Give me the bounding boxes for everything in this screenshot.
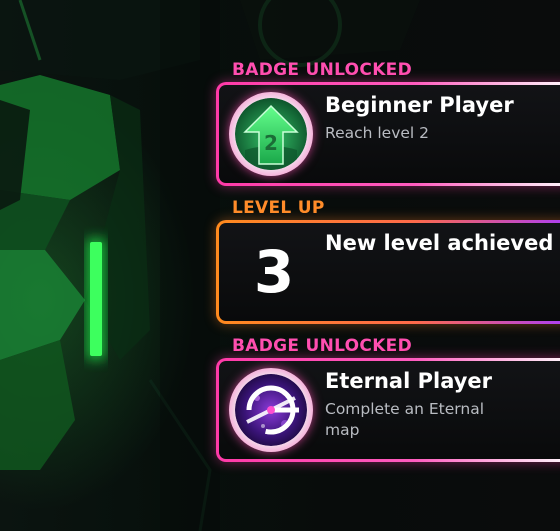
notification-card: 3 New level achieved bbox=[216, 220, 560, 324]
eternal-badge-icon bbox=[229, 368, 313, 452]
level-up-title: New level achieved bbox=[325, 231, 554, 255]
badge-number: 2 bbox=[264, 131, 278, 155]
notification-heading: LEVEL UP bbox=[232, 198, 325, 218]
badge-notification-eternal: BADGE UNLOCKED Eternal Player Complete a… bbox=[216, 336, 560, 466]
notification-heading: BADGE UNLOCKED bbox=[232, 336, 412, 356]
notification-card: 2 Beginner Player Reach level 2 bbox=[216, 82, 560, 186]
notification-card: Eternal Player Complete an Eternal map bbox=[216, 358, 560, 462]
beginner-badge-icon: 2 bbox=[229, 92, 313, 176]
badge-description: Reach level 2 bbox=[325, 124, 430, 142]
level-number: 3 bbox=[253, 238, 295, 306]
level-up-notification: LEVEL UP 3 New level achieved bbox=[216, 198, 560, 328]
game-viewport: BADGE UNLOCKED 2 Beginner Player Reach l… bbox=[0, 0, 560, 531]
badge-notification-beginner: BADGE UNLOCKED 2 Beginner Player Reach l… bbox=[216, 60, 560, 190]
badge-title: Beginner Player bbox=[325, 93, 514, 117]
badge-title: Eternal Player bbox=[325, 369, 493, 393]
notification-heading: BADGE UNLOCKED bbox=[232, 60, 412, 80]
badge-description: Complete an Eternal map bbox=[325, 400, 485, 439]
